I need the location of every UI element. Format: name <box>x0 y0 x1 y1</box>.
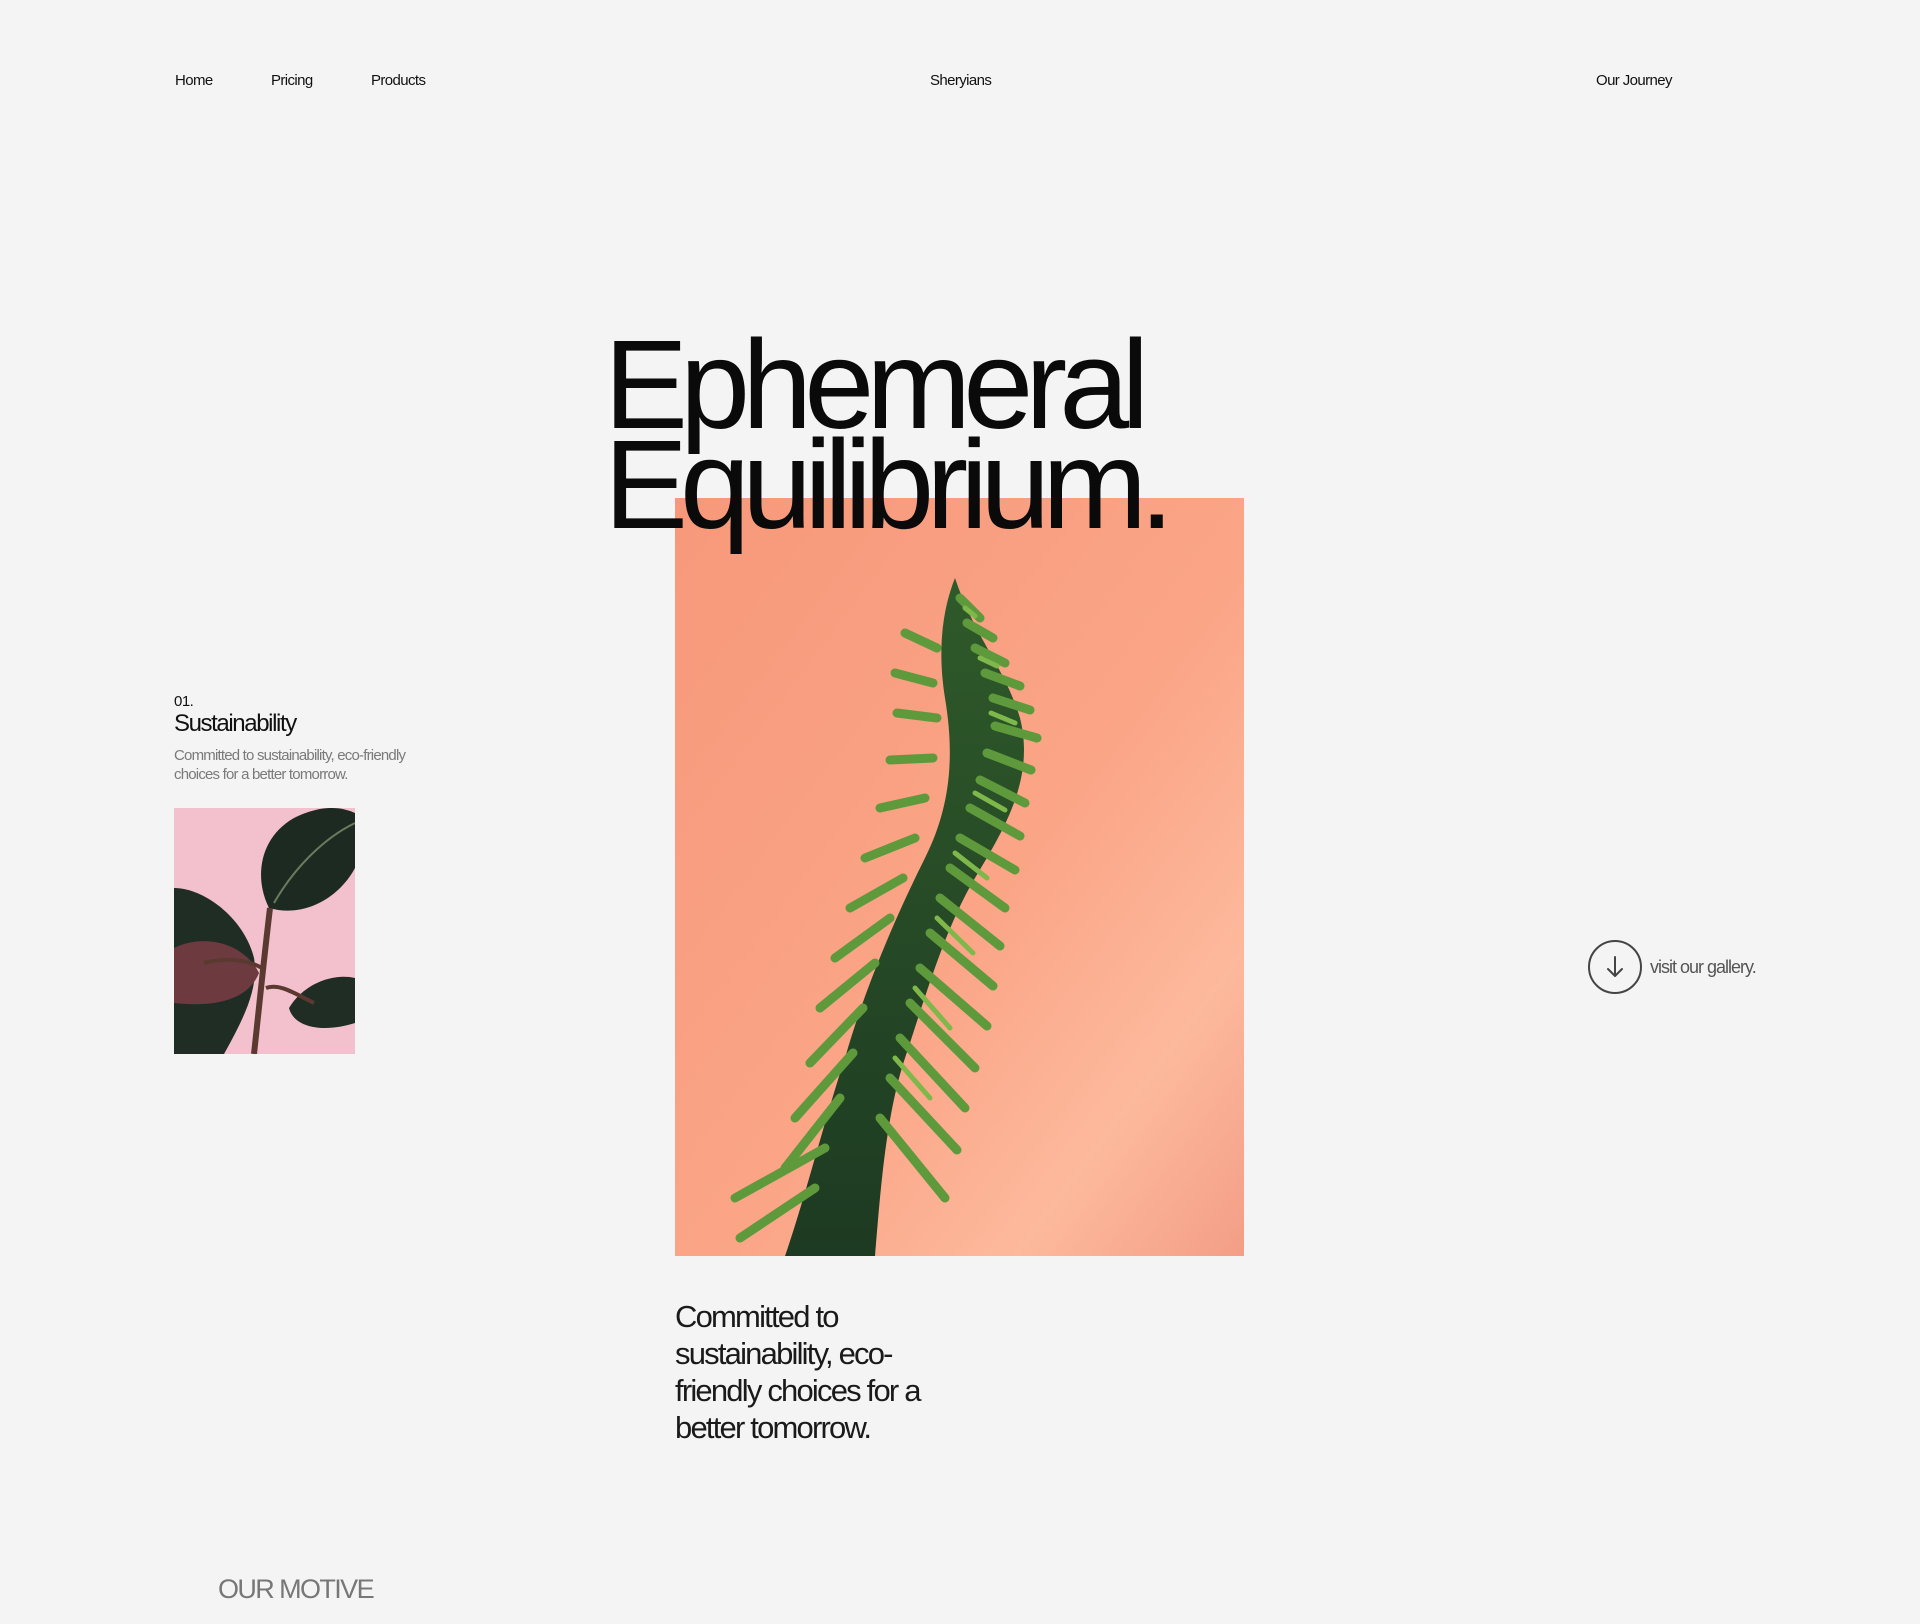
nav-pricing-link[interactable]: Pricing <box>271 72 313 89</box>
committed-text: Committed to sustainability, eco-friendl… <box>675 1299 922 1445</box>
landing-page: Home Pricing Products Sheryians Our Jour… <box>0 0 1920 1624</box>
hero-plant-illustration <box>675 498 1244 1256</box>
arrow-down-button[interactable] <box>1588 940 1642 994</box>
hero-title: Ephemeral Equilibrium. <box>604 322 1174 555</box>
feature-title: Sustainability <box>174 710 297 737</box>
feature-sustainability: 01. Sustainability Committed to sustaina… <box>174 694 454 784</box>
nav-home-link[interactable]: Home <box>175 72 213 89</box>
nav-our-journey-link[interactable]: Our Journey <box>1596 72 1673 89</box>
top-nav: Home Pricing Products Sheryians Our Jour… <box>0 72 1920 92</box>
feature-leaf-image <box>174 808 355 1054</box>
hero-title-line-2: Equilibrium. <box>604 414 1174 555</box>
visit-gallery-link[interactable]: visit our gallery. <box>1588 940 1757 994</box>
rubber-plant-illustration <box>174 808 355 1054</box>
feature-description: Committed to sustainability, eco-friendl… <box>174 747 406 783</box>
arrow-down-icon <box>1607 956 1623 977</box>
our-motive-heading: OUR MOTIVE <box>218 1574 375 1604</box>
nav-products-link[interactable]: Products <box>371 72 426 89</box>
hero-plant-image <box>675 498 1244 1256</box>
feature-number: 01. <box>174 693 194 710</box>
gallery-label[interactable]: visit our gallery. <box>1650 957 1757 978</box>
brand-logo-link[interactable]: Sheryians <box>930 72 992 89</box>
